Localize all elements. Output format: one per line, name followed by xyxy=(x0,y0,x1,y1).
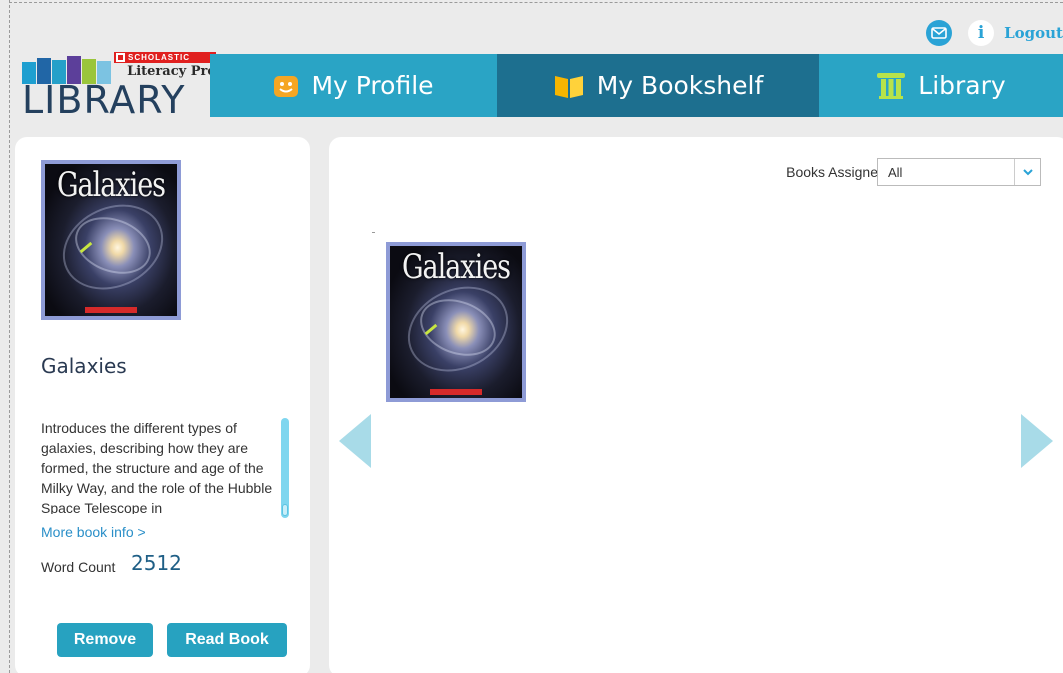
logout-link[interactable]: Logout xyxy=(1004,24,1063,42)
description-scrollbar[interactable] xyxy=(281,418,289,518)
tab-my-profile[interactable]: My Profile xyxy=(210,54,497,117)
frame-left-border xyxy=(9,0,10,673)
book-title: Galaxies xyxy=(41,354,127,378)
prev-arrow-icon[interactable] xyxy=(339,414,371,468)
scholastic-badge: SCHOLASTIC xyxy=(114,52,216,63)
bookshelf-panel: Books Assigned By All Galaxies xyxy=(329,137,1063,673)
select-value: All xyxy=(888,164,903,180)
logo-title: LIBRARY xyxy=(22,78,186,122)
cover-title: Galaxies xyxy=(401,248,511,287)
more-book-info-link[interactable]: More book info > xyxy=(41,524,146,540)
word-count-label: Word Count xyxy=(41,559,116,575)
smiley-face-icon xyxy=(274,75,299,97)
tab-library-label: Library xyxy=(918,71,1006,100)
bookshelf-book-cover[interactable]: Galaxies xyxy=(386,242,526,402)
frame-top-border xyxy=(9,2,1063,3)
tab-my-bookshelf[interactable]: My Bookshelf xyxy=(497,54,819,117)
literacy-pro-library-logo[interactable]: SCHOLASTIC Literacy Pro LIBRARY xyxy=(22,52,216,122)
tab-library[interactable]: Library xyxy=(819,54,1063,117)
book-detail-panel: Galaxies Galaxies Introduces the differe… xyxy=(15,137,310,673)
open-book-icon xyxy=(554,75,583,98)
next-arrow-icon[interactable] xyxy=(1021,414,1053,468)
word-count-value: 2512 xyxy=(131,551,182,575)
decorative-dot xyxy=(372,232,375,233)
scrollbar-thumb[interactable] xyxy=(282,504,288,516)
book-description-container: Introduces the different types of galaxi… xyxy=(41,418,293,514)
mail-icon[interactable] xyxy=(926,20,953,46)
logo-subtitle: Literacy Pro xyxy=(127,64,216,79)
main-nav: My Profile My Bookshelf Library xyxy=(210,54,1063,117)
read-book-button[interactable]: Read Book xyxy=(167,623,287,657)
selected-book-cover: Galaxies xyxy=(41,160,181,320)
book-description: Introduces the different types of galaxi… xyxy=(41,420,273,514)
utility-bar: i Logout xyxy=(926,20,1063,46)
remove-button[interactable]: Remove xyxy=(57,623,153,657)
pillar-icon xyxy=(877,72,906,99)
info-icon[interactable]: i xyxy=(968,20,995,46)
tab-my-profile-label: My Profile xyxy=(311,71,434,100)
chevron-down-icon[interactable] xyxy=(1014,159,1040,185)
cover-title: Galaxies xyxy=(56,166,166,205)
books-assigned-by-select[interactable]: All xyxy=(877,158,1041,186)
tab-my-bookshelf-label: My Bookshelf xyxy=(596,71,764,100)
